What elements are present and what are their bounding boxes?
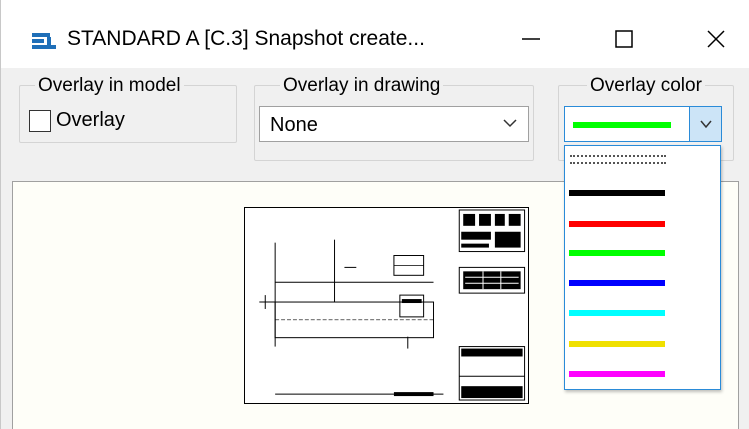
window-title: STANDARD A [C.3] Snapshot create...	[67, 27, 425, 50]
overlay-checkbox[interactable]	[29, 110, 51, 132]
drawing-thumbnail	[244, 207, 529, 404]
color-option-cyan[interactable]	[569, 310, 665, 316]
color-option-red[interactable]	[569, 221, 665, 227]
maximize-icon	[615, 30, 633, 48]
dialog-window: STANDARD A [C.3] Snapshot create... Over…	[0, 0, 749, 429]
app-icon	[32, 33, 56, 49]
overlay-color-dropdown-list[interactable]	[564, 145, 721, 390]
color-option-green[interactable]	[569, 250, 665, 256]
color-option-yellow[interactable]	[569, 341, 665, 347]
chevron-down-icon	[700, 120, 712, 129]
overlay-drawing-value: None	[270, 114, 318, 136]
color-option-dotted[interactable]	[570, 155, 666, 164]
maximize-button[interactable]	[594, 14, 654, 64]
color-option-blue[interactable]	[569, 280, 665, 286]
title-bar[interactable]: STANDARD A [C.3] Snapshot create...	[1, 0, 749, 68]
minimize-button[interactable]	[501, 14, 561, 64]
overlay-color-select[interactable]	[564, 106, 722, 142]
overlay-in-model-group: Overlay in model	[19, 75, 237, 143]
overlay-color-dropdown-button[interactable]	[689, 107, 721, 141]
close-button[interactable]	[686, 14, 746, 64]
close-icon	[707, 30, 725, 48]
minimize-icon	[522, 38, 540, 40]
color-option-magenta[interactable]	[569, 371, 665, 377]
color-option-black[interactable]	[569, 190, 665, 196]
overlay-color-legend: Overlay color	[587, 75, 705, 97]
chevron-down-icon	[503, 119, 517, 128]
overlay-in-drawing-legend: Overlay in drawing	[280, 75, 444, 97]
overlay-in-model-legend: Overlay in model	[35, 75, 184, 97]
selected-color-swatch	[573, 122, 671, 128]
overlay-checkbox-label[interactable]: Overlay	[56, 109, 125, 132]
overlay-drawing-select[interactable]: None	[259, 106, 529, 142]
